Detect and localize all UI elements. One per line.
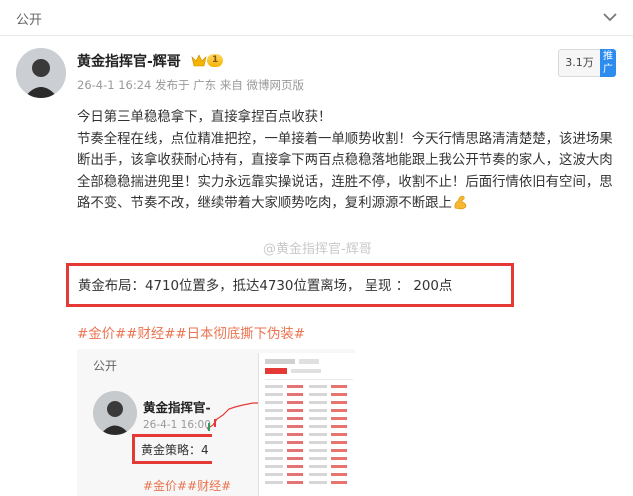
post-meta: 26-4-1 16:24 发布于 广东 来自 微博网页版: [77, 78, 304, 92]
quote-table-icon: [259, 353, 359, 496]
post-content: 今日第三单稳稳拿下，直接拿捏百点收获！ 节奏全程在线，点位精准把控，一单接着一单…: [77, 107, 622, 215]
chart-thumbnail: [206, 402, 259, 431]
repost-strategy: 黄金策略：4: [141, 443, 209, 457]
chevron-down-icon[interactable]: [601, 8, 619, 26]
content-body: 节奏全程在线，点位精准把控，一单接着一单顺势收割！今天行情思路清清楚楚，该进场果…: [77, 131, 613, 212]
avatar-photo-icon: [93, 391, 137, 435]
header-bar: 公开: [0, 0, 633, 36]
quote-panel-thumbnail: [258, 353, 359, 496]
crown-icon: [191, 54, 207, 67]
avatar-photo-icon: [16, 48, 66, 98]
flexed-biceps-icon: [454, 195, 467, 210]
promo-tag[interactable]: 推广: [600, 49, 616, 77]
content-line1: 今日第三单稳稳拿下，直接拿捏百点收获！: [77, 110, 332, 125]
repost-meta: 26-4-1 16:00: [143, 419, 211, 431]
repost-hashtags[interactable]: #金价##财经#: [143, 477, 231, 494]
repost-avatar[interactable]: [93, 391, 137, 435]
hashtags[interactable]: #金价##财经##日本彻底撕下伪装#: [77, 322, 305, 342]
repost-username[interactable]: 黄金指挥官-: [143, 397, 211, 416]
highlight-text: 黄金布局：4710位置多，抵达4730位置离场， 呈现 ： 200点: [78, 279, 453, 294]
follower-count[interactable]: 3.1万: [558, 49, 600, 77]
visibility-label: 公开: [16, 13, 43, 28]
username[interactable]: 黄金指挥官-辉哥: [77, 51, 181, 71]
repost-visibility: 公开: [93, 359, 118, 373]
watermark: @黄金指挥官-辉哥: [263, 242, 372, 257]
level-badge: 1: [207, 54, 224, 67]
avatar[interactable]: [16, 48, 66, 98]
